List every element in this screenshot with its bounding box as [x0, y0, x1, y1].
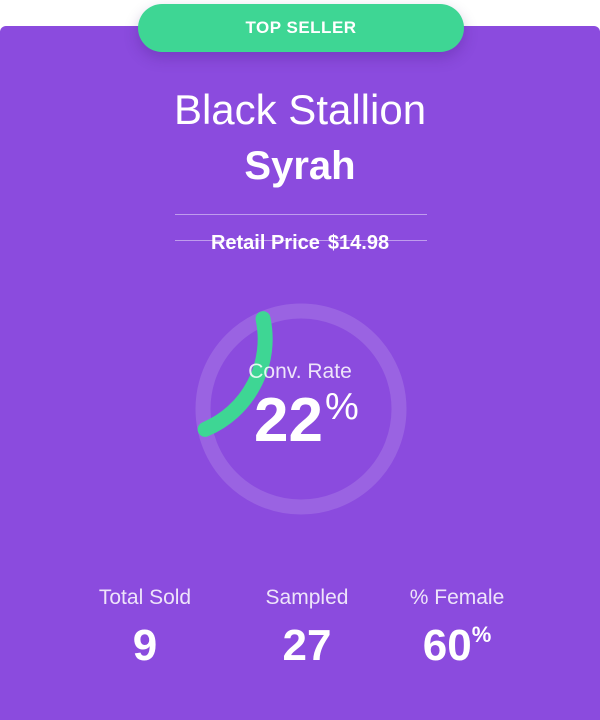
retail-price-value: $14.98 — [327, 232, 390, 254]
stat-percent-female: % Female 60% — [372, 586, 542, 668]
conversion-unit: % — [324, 386, 359, 428]
badge-label: TOP SELLER — [245, 18, 357, 37]
product-brand: Black Stallion — [173, 86, 427, 133]
title-divider-line — [175, 214, 427, 215]
conversion-label: Conv. Rate — [248, 360, 352, 383]
stat-value: 60% — [372, 624, 542, 668]
stat-unit: % — [471, 622, 492, 647]
stat-label: % Female — [409, 586, 505, 609]
stat-label: Total Sold — [98, 586, 192, 609]
stage: TOP SELLER Black Stallion Syrah Retail P… — [0, 0, 600, 720]
stat-number: 9 — [132, 621, 158, 670]
stat-number: 27 — [282, 621, 332, 670]
top-seller-badge: TOP SELLER — [138, 4, 464, 52]
retail-price: Retail Price $14.98 — [0, 232, 600, 255]
retail-price-label: Retail Price — [210, 232, 320, 254]
stat-value: 27 — [222, 624, 392, 668]
stat-total-sold: Total Sold 9 — [60, 586, 230, 668]
conversion-value: 22% — [254, 388, 359, 452]
stat-sampled: Sampled 27 — [222, 586, 392, 668]
stat-label: Sampled — [265, 586, 349, 609]
stat-value: 9 — [60, 624, 230, 668]
conversion-number: 22 — [254, 386, 323, 455]
product-varietal: Syrah — [244, 144, 356, 188]
stat-number: 60 — [422, 621, 472, 670]
